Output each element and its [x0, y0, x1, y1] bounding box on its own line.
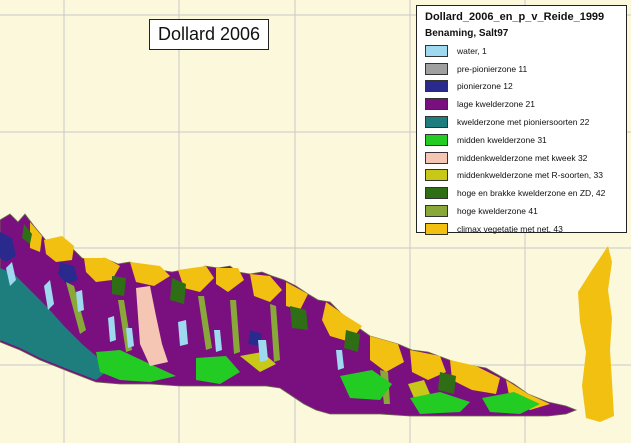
legend-swatch [425, 187, 448, 200]
legend-item: hoge kwelderzone 41 [425, 203, 620, 219]
map-legend: Dollard_2006_en_p_v_Reide_1999 Benaming,… [416, 5, 627, 236]
legend-swatch [425, 151, 448, 164]
legend-title: Dollard_2006_en_p_v_Reide_1999 [425, 11, 605, 23]
legend-swatch [425, 169, 448, 182]
legend-item: middenkwelderzone met kweek 32 [425, 150, 620, 166]
legend-item: midden kwelderzone 31 [425, 132, 620, 148]
legend-swatch [425, 44, 448, 57]
legend-item: hoge en brakke kwelderzone en ZD, 42 [425, 185, 620, 201]
legend-label: kwelderzone met pioniersoorten 22 [457, 116, 590, 127]
legend-label: water, 1 [457, 45, 487, 56]
legend-swatch [425, 115, 448, 128]
legend-label: middenkwelderzone met kweek 32 [457, 152, 588, 163]
legend-label: climax vegetatie met net, 43 [457, 223, 563, 234]
legend-label: lage kwelderzone 21 [457, 99, 535, 110]
map-view[interactable]: Dollard 2006 Dollard_2006_en_p_v_Reide_1… [0, 0, 631, 443]
legend-item: water, 1 [425, 43, 620, 59]
legend-label: hoge en brakke kwelderzone en ZD, 42 [457, 188, 606, 199]
legend-swatch [425, 80, 448, 93]
legend-label: hoge kwelderzone 41 [457, 205, 538, 216]
legend-subtitle: Benaming, Salt97 [425, 28, 509, 39]
legend-swatch [425, 62, 448, 75]
legend-swatch [425, 133, 448, 146]
legend-label: pre-pionierzone 11 [457, 63, 528, 74]
legend-swatch [425, 204, 448, 217]
legend-label: middenkwelderzone met R-soorten, 33 [457, 170, 603, 181]
legend-label: midden kwelderzone 31 [457, 134, 547, 145]
legend-item: middenkwelderzone met R-soorten, 33 [425, 168, 620, 184]
map-title: Dollard 2006 [149, 19, 269, 50]
legend-swatch [425, 222, 448, 235]
legend-label: pionierzone 12 [457, 81, 513, 92]
legend-item: pionierzone 12 [425, 79, 620, 95]
legend-swatch [425, 98, 448, 111]
legend-item: climax vegetatie met net, 43 [425, 221, 620, 237]
legend-list: water, 1 pre-pionierzone 11 pionierzone … [425, 43, 620, 236]
legend-item: lage kwelderzone 21 [425, 96, 620, 112]
legend-item: pre-pionierzone 11 [425, 61, 620, 77]
legend-item: kwelderzone met pioniersoorten 22 [425, 114, 620, 130]
